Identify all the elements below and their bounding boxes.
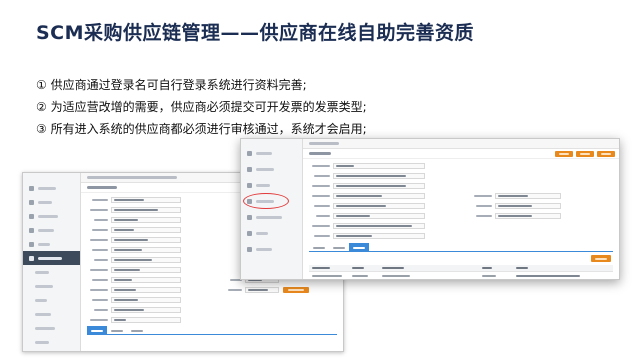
form-field[interactable] xyxy=(111,217,181,223)
tab[interactable] xyxy=(309,243,329,252)
form-field[interactable] xyxy=(111,247,181,253)
action-button[interactable] xyxy=(555,150,573,157)
form-row xyxy=(87,286,337,294)
form-field[interactable] xyxy=(111,287,181,293)
add-button[interactable] xyxy=(591,255,611,262)
form-field[interactable] xyxy=(333,233,425,239)
form-field[interactable] xyxy=(111,227,181,233)
form-row xyxy=(309,172,613,180)
form-field[interactable] xyxy=(333,203,425,209)
window-titlebar xyxy=(303,139,619,149)
action-button[interactable] xyxy=(597,150,615,157)
invoice-type-table xyxy=(309,265,613,279)
detail-tabs xyxy=(309,243,613,252)
sidebar-item[interactable] xyxy=(23,195,80,209)
form-field[interactable] xyxy=(333,193,425,199)
sidebar-subitem[interactable] xyxy=(23,335,80,349)
tab[interactable] xyxy=(107,326,127,335)
menu-icon xyxy=(247,182,252,188)
menu-icon xyxy=(247,150,252,156)
tab[interactable] xyxy=(127,326,147,335)
sidebar-item[interactable] xyxy=(23,181,80,195)
menu-icon xyxy=(247,230,252,236)
supplier-maintenance-screenshot xyxy=(240,138,620,280)
menu-icon xyxy=(29,241,34,247)
form-field[interactable] xyxy=(111,257,181,263)
bullet-item-3: ③ 所有进入系统的供应商都必须进行审核通过，系统才会启用; xyxy=(36,122,367,136)
action-button[interactable] xyxy=(576,150,594,157)
sidebar-item[interactable] xyxy=(241,161,302,177)
form-field[interactable] xyxy=(495,203,561,209)
menu-icon xyxy=(247,214,252,220)
form-row xyxy=(309,222,613,230)
menu-icon xyxy=(29,255,34,261)
form-row xyxy=(309,202,613,210)
form-row xyxy=(309,182,613,190)
menu-icon xyxy=(29,185,34,191)
form-row xyxy=(87,296,337,304)
form-field[interactable] xyxy=(495,193,561,199)
menu-icon xyxy=(247,246,252,252)
form-field[interactable] xyxy=(111,267,181,273)
table-header xyxy=(309,265,613,272)
form-field[interactable] xyxy=(111,277,181,283)
form-row xyxy=(309,192,613,200)
form-row xyxy=(309,212,613,220)
sidebar-subitem[interactable] xyxy=(23,307,80,321)
menu-icon xyxy=(29,199,34,205)
form-field[interactable] xyxy=(333,163,425,169)
menu-icon xyxy=(29,213,34,219)
form-field[interactable] xyxy=(111,197,181,203)
sidebar-subitem[interactable] xyxy=(23,265,80,279)
slide-title: SCM采购供应链管理——供应商在线自助完善资质 xyxy=(36,22,475,44)
form-row xyxy=(87,306,337,314)
form-field[interactable] xyxy=(111,207,181,213)
form-field[interactable] xyxy=(495,213,561,219)
form-field[interactable] xyxy=(333,183,425,189)
sidebar-item-active[interactable] xyxy=(23,251,80,265)
sidebar-item[interactable] xyxy=(241,177,302,193)
app-sidebar xyxy=(23,173,81,351)
bullet-item-1: ① 供应商通过登录名可自行登录系统进行资料完善; xyxy=(36,78,307,92)
app-main xyxy=(303,139,619,279)
tab[interactable] xyxy=(329,243,349,252)
form-row xyxy=(87,316,337,324)
table-row[interactable] xyxy=(309,272,613,279)
form-row xyxy=(309,162,613,170)
tab-active[interactable] xyxy=(349,243,369,252)
action-button[interactable] xyxy=(283,287,309,293)
sidebar-subitem[interactable] xyxy=(23,321,80,335)
form-row xyxy=(309,232,613,240)
supplier-form xyxy=(303,159,619,240)
sidebar-item[interactable] xyxy=(23,237,80,251)
sidebar-item-highlighted[interactable] xyxy=(241,193,302,209)
app-sidebar xyxy=(241,139,303,279)
sidebar-subitem[interactable] xyxy=(23,293,80,307)
menu-icon xyxy=(29,227,34,233)
section-heading xyxy=(303,149,619,159)
menu-icon xyxy=(247,166,252,172)
bullet-item-2: ② 为适应营改增的需要，供应商必须提交可开发票的发票类型; xyxy=(36,100,367,114)
tab[interactable] xyxy=(87,326,107,335)
sidebar-item[interactable] xyxy=(241,145,302,161)
highlight-circle xyxy=(243,193,289,209)
form-tabs xyxy=(87,326,337,335)
bullet-list: ① 供应商通过登录名可自行登录系统进行资料完善; ② 为适应营改增的需要，供应商… xyxy=(36,74,367,140)
form-field[interactable] xyxy=(111,297,181,303)
form-field[interactable] xyxy=(333,173,425,179)
form-field[interactable] xyxy=(245,287,279,293)
sidebar-item[interactable] xyxy=(241,225,302,241)
sidebar-item[interactable] xyxy=(241,241,302,257)
form-field[interactable] xyxy=(111,317,181,323)
form-field[interactable] xyxy=(333,213,425,219)
sidebar-item[interactable] xyxy=(241,209,302,225)
sidebar-item[interactable] xyxy=(23,223,80,237)
sidebar-item[interactable] xyxy=(23,209,80,223)
form-field[interactable] xyxy=(111,237,181,243)
sidebar-subitem[interactable] xyxy=(23,279,80,293)
form-field[interactable] xyxy=(333,223,425,229)
form-field[interactable] xyxy=(111,307,181,313)
